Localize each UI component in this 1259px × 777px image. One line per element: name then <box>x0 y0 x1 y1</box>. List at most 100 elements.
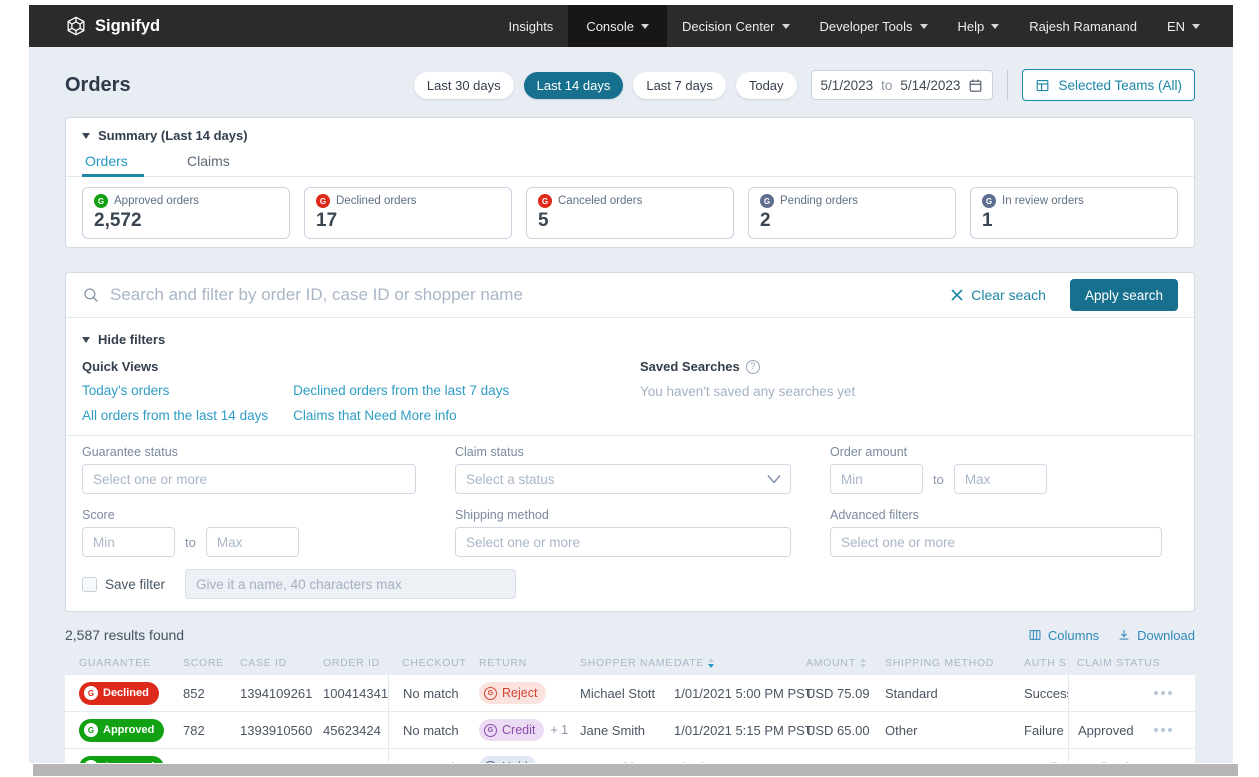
selected-teams-button[interactable]: Selected Teams (All) <box>1022 69 1195 101</box>
date-to-value[interactable]: 5/14/2023 <box>900 78 960 93</box>
orders-table: GUARANTEE SCORE CASE ID ORDER ID CHECKOU… <box>65 651 1195 763</box>
brand-name: Signifyd <box>95 17 160 36</box>
scrollbar-thumb[interactable] <box>33 764 1238 776</box>
order-amount-max-input[interactable] <box>954 464 1047 494</box>
return-status-badge: GCredit <box>479 719 544 741</box>
columns-button[interactable]: Columns <box>1028 628 1099 643</box>
search-input[interactable] <box>110 285 941 305</box>
stat-card-in-review-orders[interactable]: GIn review orders 1 <box>970 187 1178 239</box>
col-header-claim-status[interactable]: CLAIM STATUS <box>1068 657 1130 669</box>
range-pill-last-7-days[interactable]: Last 7 days <box>633 72 726 99</box>
col-header-checkout[interactable]: CHECKOUT <box>388 657 479 669</box>
order-id-cell[interactable]: 45623424 <box>323 712 388 748</box>
table-row[interactable]: GDeclined 852 1394109261 100414341 No ma… <box>65 675 1195 712</box>
col-header-amount[interactable]: AMOUNT <box>806 657 885 669</box>
order-id-cell[interactable]: 32452435 <box>323 749 388 763</box>
nav-item-user[interactable]: Rajesh Ramanand <box>1014 5 1152 47</box>
chevron-down-icon <box>1192 24 1200 29</box>
nav-item-developer-tools[interactable]: Developer Tools <box>805 5 943 47</box>
table-row[interactable]: GApproved 929 1393432216 32452435 No mat… <box>65 749 1195 763</box>
horizontal-scrollbar[interactable] <box>29 763 1242 777</box>
shipping-method-input[interactable] <box>455 527 791 557</box>
hide-filters-toggle[interactable]: Hide filters <box>82 332 1178 347</box>
col-header-shopper-name[interactable]: SHOPPER NAME <box>580 657 674 669</box>
date-range-picker[interactable]: 5/1/2023 to 5/14/2023 <box>811 70 994 100</box>
stat-card-label: Pending orders <box>780 195 858 207</box>
download-label: Download <box>1137 628 1195 643</box>
col-header-auth-status[interactable]: AUTH STATUS <box>1022 657 1068 669</box>
nav-item-language[interactable]: EN <box>1152 5 1215 47</box>
col-header-shipping-method[interactable]: SHIPPING METHOD <box>885 657 1022 669</box>
col-header-case-id[interactable]: CASE ID <box>240 657 323 669</box>
row-actions-button[interactable] <box>1148 685 1178 701</box>
advanced-filters-input[interactable] <box>830 527 1162 557</box>
filter-grid: Guarantee status Claim status Order amou… <box>82 445 1178 557</box>
nav-item-decision-center[interactable]: Decision Center <box>667 5 805 47</box>
order-id-cell[interactable]: 100414341 <box>323 675 388 711</box>
claim-status-select[interactable] <box>455 464 791 494</box>
summary-collapse-toggle[interactable]: Summary (Last 14 days) <box>82 128 1178 143</box>
range-pill-last-30-days[interactable]: Last 30 days <box>414 72 514 99</box>
score-min-input[interactable] <box>82 527 175 557</box>
views-row: Quick Views Today's orders Declined orde… <box>82 359 1178 423</box>
quick-view-todays-orders[interactable]: Today's orders <box>82 383 268 398</box>
save-filter-checkbox[interactable] <box>82 577 97 592</box>
summary-panel: Summary (Last 14 days) Orders Claims GAp… <box>65 117 1195 248</box>
auth-status-cell: Pending <box>1022 749 1068 763</box>
nav-item-help[interactable]: Help <box>943 5 1015 47</box>
nav-item-console[interactable]: Console <box>568 5 667 47</box>
col-header-return[interactable]: RETURN <box>479 657 580 669</box>
app-window: Signifyd Insights Console Decision Cente… <box>29 5 1233 763</box>
case-id-cell[interactable]: 1393910560 <box>240 712 323 748</box>
amount-cell: USD 65.00 <box>806 712 885 748</box>
shopper-name-cell: Jane Smith <box>580 712 674 748</box>
table-row[interactable]: GApproved 782 1393910560 45623424 No mat… <box>65 712 1195 749</box>
col-header-label: DATE <box>674 657 704 669</box>
stat-card-value: 5 <box>538 210 722 232</box>
quick-view-all-orders-last-14-days[interactable]: All orders from the last 14 days <box>82 408 268 423</box>
case-id-cell[interactable]: 1394109261 <box>240 675 323 711</box>
col-header-score[interactable]: SCORE <box>183 657 240 669</box>
clear-search-button[interactable]: Clear seach <box>951 287 1046 303</box>
download-icon <box>1117 628 1131 642</box>
date-from-value[interactable]: 5/1/2023 <box>821 78 874 93</box>
signifyd-logo[interactable]: Signifyd <box>65 15 160 37</box>
hide-filters-label: Hide filters <box>98 332 165 347</box>
stat-card-pending-orders[interactable]: GPending orders 2 <box>748 187 956 239</box>
shipping-method-cell: Other <box>885 712 1022 748</box>
col-header-order-id[interactable]: ORDER ID <box>323 657 388 669</box>
stat-card-declined-orders[interactable]: GDeclined orders 17 <box>304 187 512 239</box>
search-filter-panel: Clear seach Apply search Hide filters Qu… <box>65 272 1195 612</box>
sort-icon-date[interactable] <box>708 658 714 668</box>
col-header-date[interactable]: DATE <box>674 657 806 669</box>
nav-item-label: Developer Tools <box>820 19 913 34</box>
filter-claim-status: Claim status <box>455 445 791 494</box>
guarantee-seal-icon: G <box>538 194 552 208</box>
order-amount-min-input[interactable] <box>830 464 923 494</box>
stat-card-approved-orders[interactable]: GApproved orders 2,572 <box>82 187 290 239</box>
return-cell: GCredit+ 1 <box>479 712 580 748</box>
filter-label: Order amount <box>830 445 1178 459</box>
nav-item-insights[interactable]: Insights <box>494 5 569 47</box>
tab-orders[interactable]: Orders <box>82 151 144 176</box>
filter-label: Shipping method <box>455 508 791 522</box>
row-actions-button[interactable] <box>1148 722 1178 738</box>
actions-cell <box>1130 749 1195 763</box>
help-question-icon[interactable]: ? <box>746 360 760 374</box>
col-header-guarantee[interactable]: GUARANTEE <box>79 657 183 669</box>
case-id-cell[interactable]: 1393432216 <box>240 749 323 763</box>
apply-search-button[interactable]: Apply search <box>1070 279 1178 311</box>
quick-view-claims-need-more-info[interactable]: Claims that Need More info <box>293 408 509 423</box>
score-max-input[interactable] <box>206 527 299 557</box>
guarantee-status-input[interactable] <box>82 464 416 494</box>
sort-icon-amount[interactable] <box>860 658 866 668</box>
stat-card-canceled-orders[interactable]: GCanceled orders 5 <box>526 187 734 239</box>
download-button[interactable]: Download <box>1117 628 1195 643</box>
quick-view-declined-last-7-days[interactable]: Declined orders from the last 7 days <box>293 383 509 398</box>
range-pill-today[interactable]: Today <box>736 72 797 99</box>
range-pill-last-14-days[interactable]: Last 14 days <box>524 72 624 99</box>
nav-item-label: Console <box>586 19 634 34</box>
return-label: Reject <box>502 686 537 700</box>
save-filter-name-input[interactable] <box>185 569 516 599</box>
tab-claims[interactable]: Claims <box>184 151 246 176</box>
